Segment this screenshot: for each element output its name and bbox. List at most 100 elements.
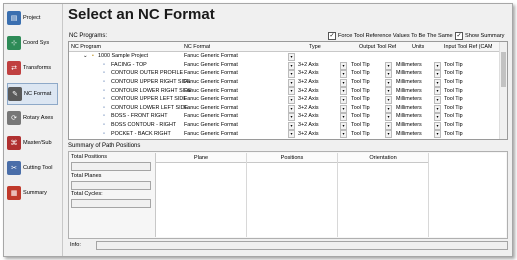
units: Millimeters xyxy=(396,96,422,103)
column-header-nc-program[interactable]: NC Program xyxy=(71,42,101,51)
column-header-input-tool-ref-cam[interactable]: Input Tool Ref (CAM xyxy=(444,42,492,51)
info-field xyxy=(96,241,508,250)
expand-chevron-icon[interactable]: ⌄ xyxy=(83,52,88,61)
program-row[interactable]: ▫ POCKET - BACK RIGHT Fanuc Generic Format… xyxy=(69,129,500,139)
program-row[interactable]: ▫ BOSS - FRONT RIGHT Fanuc Generic Format ▾… xyxy=(69,112,500,122)
format-dropdown-icon[interactable]: ▾ xyxy=(288,130,295,139)
column-header-units[interactable]: Units xyxy=(412,42,424,51)
units: Millimeters xyxy=(396,87,422,94)
program-file-icon: ▫ xyxy=(103,113,105,120)
program-file-icon: ▫ xyxy=(103,130,105,137)
input-tool-ref: Tool Tip xyxy=(444,87,463,94)
force-tool-ref-check-icon: ✓ xyxy=(328,32,336,40)
show-summary-check-icon: ✓ xyxy=(455,32,463,40)
program-row[interactable]: ▫ CONTOUR OUTER PROFILE Fanuc Generic Form… xyxy=(69,69,500,79)
program-format: Fanuc Generic Format xyxy=(184,113,238,120)
units-dropdown-icon[interactable]: ▾ xyxy=(434,130,441,139)
program-row[interactable]: ▫ CONTOUR UPPER RIGHT SIDE Fanuc Generic F… xyxy=(69,78,500,87)
summary-icon: ▦ xyxy=(7,186,21,200)
program-type: 3+2 Axis xyxy=(298,70,319,77)
input-tool-ref: Tool Tip xyxy=(444,130,463,137)
units: Millimeters xyxy=(396,70,422,77)
program-type: 3+2 Axis xyxy=(298,122,319,129)
sidebar-item-label: Project xyxy=(23,15,41,21)
program-row[interactable]: ▫ BOSS CONTOUR - RIGHT Fanuc Generic Forma… xyxy=(69,121,500,130)
force-tool-ref-checkbox[interactable]: ✓ Force Tool Reference Values To Be The … xyxy=(328,32,453,40)
sidebar-item-label: Transforms xyxy=(23,65,52,71)
program-type: 3+2 Axis xyxy=(298,130,319,137)
output-tool-ref: Tool Tip xyxy=(351,122,370,129)
column-header-nc-format[interactable]: NC Format xyxy=(184,42,210,51)
master-sub-icon: ⌘ xyxy=(7,136,21,150)
program-type: 3+2 Axis xyxy=(298,87,319,94)
nc-programs-grid: NC Program NC Format Type Output Tool Ref Un… xyxy=(68,41,508,140)
orientation-column xyxy=(338,162,429,237)
nc-format-icon: ✎ xyxy=(8,87,22,101)
program-type: 3+2 Axis xyxy=(298,113,319,120)
sidebar-item-summary[interactable]: ▦ Summary xyxy=(7,183,58,203)
total-cycles-label: Total Cycles: xyxy=(71,191,103,197)
column-header-output-tool-ref[interactable]: Output Tool Ref xyxy=(359,42,396,51)
project-row[interactable]: ⌄ ▪ 1000 Sample Project Fanuc Generic Forma… xyxy=(69,52,500,61)
grid-vertical-scrollbar[interactable] xyxy=(499,42,507,139)
program-row[interactable]: ▫ CONTOUR UPPER LEFT SIDE Fanuc Generic Fo… xyxy=(69,95,500,104)
input-tool-ref: Tool Tip xyxy=(444,113,463,120)
program-name: CONTOUR UPPER LEFT SIDE xyxy=(111,96,187,103)
sidebar-item-label: Master/Sub xyxy=(23,140,52,146)
project-folder-icon: ▪ xyxy=(92,53,94,60)
show-summary-checkbox[interactable]: ✓ Show Summary xyxy=(455,32,504,40)
plane-column xyxy=(156,162,247,237)
sidebar-item-label: Rotary Axes xyxy=(23,115,54,121)
sidebar-item-label: Coord Sys xyxy=(23,40,50,46)
info-label: Info: xyxy=(70,242,81,248)
program-row[interactable]: ▫ CONTOUR LOWER LEFT SIDE Fanuc Generic Fo… xyxy=(69,104,500,113)
units: Millimeters xyxy=(396,61,422,68)
program-file-icon: ▫ xyxy=(103,61,105,68)
total-cycles-field xyxy=(71,199,151,208)
coord-sys-icon: ⊹ xyxy=(7,36,21,50)
total-positions-label: Total Positions xyxy=(71,154,108,160)
output-tool-ref: Tool Tip xyxy=(351,79,370,86)
program-file-icon: ▫ xyxy=(103,70,105,77)
sidebar-item-rotary-axes[interactable]: ⟳ Rotary Axes xyxy=(7,108,58,128)
units: Millimeters xyxy=(396,79,422,86)
type-dropdown-icon[interactable]: ▾ xyxy=(340,130,347,139)
output-ref-dropdown-icon[interactable]: ▾ xyxy=(385,130,392,139)
input-tool-ref: Tool Tip xyxy=(444,104,463,111)
program-type: 3+2 Axis xyxy=(298,61,319,68)
output-tool-ref: Tool Tip xyxy=(351,70,370,77)
sidebar-item-label: Summary xyxy=(23,190,47,196)
program-row[interactable]: ▫ FACING - TOP Fanuc Generic Format ▾ 3+2 Ax… xyxy=(69,61,500,70)
sidebar-item-cutting-tool[interactable]: ✂ Cutting Tool xyxy=(7,158,58,178)
program-row[interactable]: ▫ CONTOUR LOWER RIGHT SIDE Fanuc Generic F… xyxy=(69,86,500,96)
cutting-tool-icon: ✂ xyxy=(7,161,21,175)
total-planes-field xyxy=(71,181,151,190)
program-name: CONTOUR LOWER RIGHT SIDE xyxy=(111,87,192,94)
sidebar-item-master-sub[interactable]: ⌘ Master/Sub xyxy=(7,133,58,153)
transforms-icon: ⇄ xyxy=(7,61,21,75)
force-tool-ref-label: Force Tool Reference Values To Be The Sa… xyxy=(338,33,453,39)
sidebar-item-label: NC Format xyxy=(24,91,52,97)
output-tool-ref: Tool Tip xyxy=(351,104,370,111)
output-tool-ref: Tool Tip xyxy=(351,96,370,103)
program-type: 3+2 Axis xyxy=(298,104,319,111)
program-type: 3+2 Axis xyxy=(298,96,319,103)
output-tool-ref: Tool Tip xyxy=(351,113,370,120)
sidebar-item-label: Cutting Tool xyxy=(23,165,53,171)
program-file-icon: ▫ xyxy=(103,122,105,129)
path-positions-table: Plane Positions Orientation xyxy=(155,153,506,237)
output-tool-ref: Tool Tip xyxy=(351,130,370,137)
sidebar-item-transforms[interactable]: ⇄ Transforms xyxy=(7,58,58,78)
input-tool-ref: Tool Tip xyxy=(444,79,463,86)
program-format: Fanuc Generic Format xyxy=(184,87,238,94)
nc-format-dialog: ▤ Project ⊹ Coord Sys ⇄ Transforms ✎ NC Format ⟳… xyxy=(3,3,513,257)
grid-header: NC Program NC Format Type Output Tool Ref Un… xyxy=(69,42,500,52)
column-header-type[interactable]: Type xyxy=(309,42,321,51)
sidebar-item-project[interactable]: ▤ Project xyxy=(7,8,58,28)
sidebar-item-coord-sys[interactable]: ⊹ Coord Sys xyxy=(7,33,58,53)
program-name: FACING - TOP xyxy=(111,61,147,68)
scrollbar-thumb[interactable] xyxy=(501,52,506,87)
total-positions-field xyxy=(71,162,151,171)
page-title: Select an NC Format xyxy=(68,6,215,23)
sidebar-item-nc-format[interactable]: ✎ NC Format xyxy=(7,83,58,105)
